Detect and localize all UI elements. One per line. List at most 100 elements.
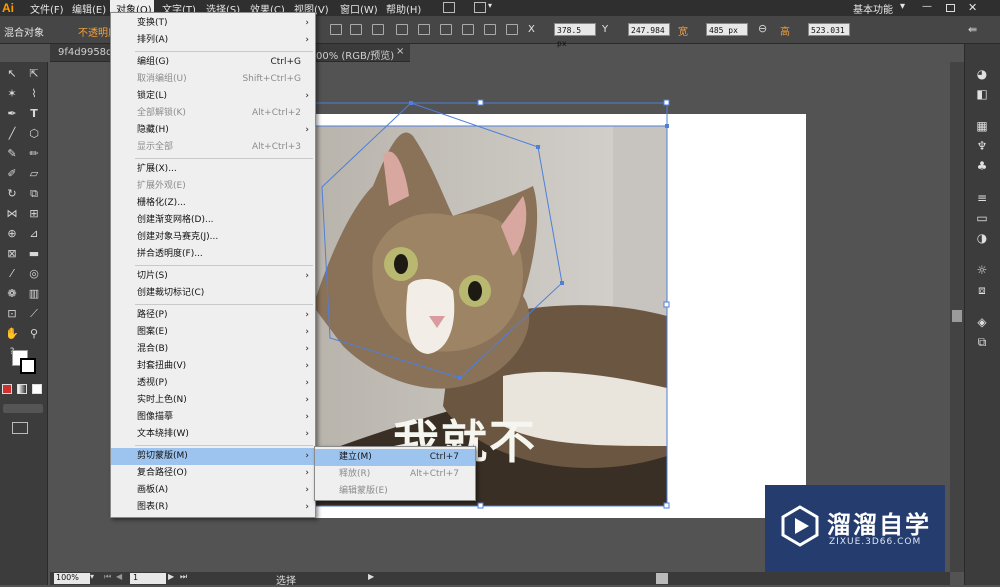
stroke-panel-icon[interactable]: ≡ <box>973 190 991 206</box>
menu-item-label: 混合(B) <box>137 344 169 354</box>
menu-item-shortcut: Alt+Ctrl+3 <box>251 142 301 152</box>
menu-item-label: 隐藏(H) <box>137 125 169 135</box>
menu-item-shortcut: Shift+Ctrl+G <box>242 74 301 84</box>
transparency-panel-icon[interactable]: ◑ <box>973 230 991 246</box>
menu-item-slice[interactable]: 切片(S) › <box>111 268 315 285</box>
menu-item-lock[interactable]: 锁定(L) › <box>111 88 315 105</box>
menu-item-perspective[interactable]: 透视(P) › <box>111 375 315 392</box>
graphic-styles-icon[interactable]: ⧈ <box>973 282 991 298</box>
color-panel-icon[interactable]: ◕ <box>973 66 991 82</box>
menu-separator <box>135 265 313 266</box>
scroll-thumb[interactable] <box>952 310 962 322</box>
menu-item-hide[interactable]: 隐藏(H) › <box>111 122 315 139</box>
submenu-item-label: 编辑蒙版(E) <box>339 486 388 496</box>
menu-item-group[interactable]: 编组(G) Ctrl+G <box>111 54 315 71</box>
watermark-logo: 溜溜自学 ZIXUE.3D66.COM <box>765 485 945 572</box>
menu-item-label: 锁定(L) <box>137 91 168 101</box>
zoom-field[interactable]: 100% <box>54 573 90 584</box>
menu-item-label: 路径(P) <box>137 310 168 320</box>
menu-item-blend[interactable]: 混合(B) › <box>111 341 315 358</box>
menu-item-label: 透视(P) <box>137 378 168 388</box>
symbols-panel-icon[interactable]: ♣ <box>973 158 991 174</box>
clipping-mask-submenu: 建立(M) Ctrl+7 释放(R) Alt+Ctrl+7 编辑蒙版(E) <box>314 446 476 501</box>
swatches-panel-icon[interactable]: ▦ <box>973 118 991 134</box>
menu-item-unlock-all: 全部解锁(K) Alt+Ctrl+2 <box>111 105 315 122</box>
menu-item-rasterize[interactable]: 栅格化(Z)... <box>111 195 315 212</box>
menu-item-label: 创建裁切标记(C) <box>137 288 205 298</box>
menu-item-label: 图表(R) <box>137 502 169 512</box>
submenu-arrow-icon: › <box>305 327 309 337</box>
menu-item-label: 图案(E) <box>137 327 168 337</box>
status-menu-icon[interactable]: ▶ <box>368 572 374 581</box>
menu-item-ungroup: 取消编组(U) Shift+Ctrl+G <box>111 71 315 88</box>
submenu-item-edit-mask: 编辑蒙版(E) <box>315 483 475 500</box>
submenu-arrow-icon: › <box>305 125 309 135</box>
menu-item-label: 扩展外观(E) <box>137 181 186 191</box>
first-artboard-icon[interactable]: ⏮ <box>104 572 111 582</box>
menu-item-envelope-distort[interactable]: 封套扭曲(V) › <box>111 358 315 375</box>
menu-item-label: 文本绕排(W) <box>137 429 189 439</box>
submenu-arrow-icon: › <box>305 310 309 320</box>
menu-item-create-gradient-mesh[interactable]: 创建渐变网格(D)... <box>111 212 315 229</box>
menu-item-live-paint[interactable]: 实时上色(N) › <box>111 392 315 409</box>
menu-item-label: 画板(A) <box>137 485 169 495</box>
menu-item-expand[interactable]: 扩展(X)... <box>111 161 315 178</box>
submenu-arrow-icon: › <box>305 485 309 495</box>
artboards-panel-icon[interactable]: ⧉ <box>973 334 991 350</box>
next-artboard-icon[interactable]: ▶ <box>168 572 174 581</box>
menu-item-image-trace[interactable]: 图像描摹 › <box>111 409 315 426</box>
menu-item-arrange[interactable]: 排列(A) › <box>111 32 315 49</box>
menu-separator <box>135 445 313 446</box>
submenu-arrow-icon: › <box>305 361 309 371</box>
right-panel-dock: ◕ ◧ ▦ ♆ ♣ ≡ ▭ ◑ ☼ ⧈ ◈ ⧉ <box>964 44 1000 585</box>
menu-item-label: 实时上色(N) <box>137 395 187 405</box>
menu-item-label: 编组(G) <box>137 57 169 67</box>
appearance-panel-icon[interactable]: ☼ <box>973 262 991 278</box>
watermark-play-icon <box>781 505 819 547</box>
zoom-dropdown-icon[interactable]: ▾ <box>90 572 94 581</box>
artboard-number-field[interactable]: 1 <box>130 573 166 584</box>
menu-separator <box>135 304 313 305</box>
color-guide-icon[interactable]: ◧ <box>973 86 991 102</box>
menu-item-show-all: 显示全部 Alt+Ctrl+3 <box>111 139 315 156</box>
menu-item-label: 创建渐变网格(D)... <box>137 215 214 225</box>
last-artboard-icon[interactable]: ⏭ <box>180 572 187 582</box>
menu-item-label: 创建对象马赛克(J)... <box>137 232 219 242</box>
menu-item-shortcut: Ctrl+G <box>270 57 301 67</box>
menu-item-create-trim-marks[interactable]: 创建裁切标记(C) <box>111 285 315 302</box>
submenu-arrow-icon: › <box>305 35 309 45</box>
submenu-item-shortcut: Ctrl+7 <box>429 452 459 462</box>
horizontal-scroll-thumb[interactable] <box>656 573 668 584</box>
gradient-panel-icon[interactable]: ▭ <box>973 210 991 226</box>
menu-item-expand-appearance: 扩展外观(E) <box>111 178 315 195</box>
submenu-arrow-icon: › <box>305 271 309 281</box>
menu-item-clipping-mask[interactable]: 剪切蒙版(M) › <box>111 448 315 465</box>
layers-panel-icon[interactable]: ◈ <box>973 314 991 330</box>
submenu-item-label: 释放(R) <box>339 469 371 479</box>
menu-item-label: 栅格化(Z)... <box>137 198 186 208</box>
prev-artboard-icon[interactable]: ◀ <box>116 572 122 581</box>
menu-item-label: 取消编组(U) <box>137 74 187 84</box>
menu-item-flatten-transparency[interactable]: 拼合透明度(F)... <box>111 246 315 263</box>
menu-item-text-wrap[interactable]: 文本绕排(W) › <box>111 426 315 443</box>
submenu-arrow-icon: › <box>305 412 309 422</box>
menu-separator <box>135 51 313 52</box>
menu-item-transform[interactable]: 变换(T) › <box>111 15 315 32</box>
menu-item-graph[interactable]: 图表(R) › <box>111 499 315 516</box>
submenu-arrow-icon: › <box>305 18 309 28</box>
menu-item-compound-path[interactable]: 复合路径(O) › <box>111 465 315 482</box>
vertical-scrollbar[interactable] <box>950 62 964 572</box>
submenu-item-make[interactable]: 建立(M) Ctrl+7 <box>315 449 475 466</box>
watermark-site: ZIXUE.3D66.COM <box>829 537 922 547</box>
submenu-arrow-icon: › <box>305 468 309 478</box>
menu-separator <box>135 158 313 159</box>
menu-item-artboards[interactable]: 画板(A) › <box>111 482 315 499</box>
menu-item-label: 封套扭曲(V) <box>137 361 187 371</box>
menu-item-label: 图像描摹 <box>137 412 174 422</box>
submenu-arrow-icon: › <box>305 91 309 101</box>
menu-item-pattern[interactable]: 图案(E) › <box>111 324 315 341</box>
brushes-panel-icon[interactable]: ♆ <box>973 138 991 154</box>
status-bar: 100% ▾ ⏮ ◀ 1 ▶ ⏭ 选择 ▶ <box>50 572 950 587</box>
menu-item-path[interactable]: 路径(P) › <box>111 307 315 324</box>
menu-item-create-object-mosaic[interactable]: 创建对象马赛克(J)... <box>111 229 315 246</box>
